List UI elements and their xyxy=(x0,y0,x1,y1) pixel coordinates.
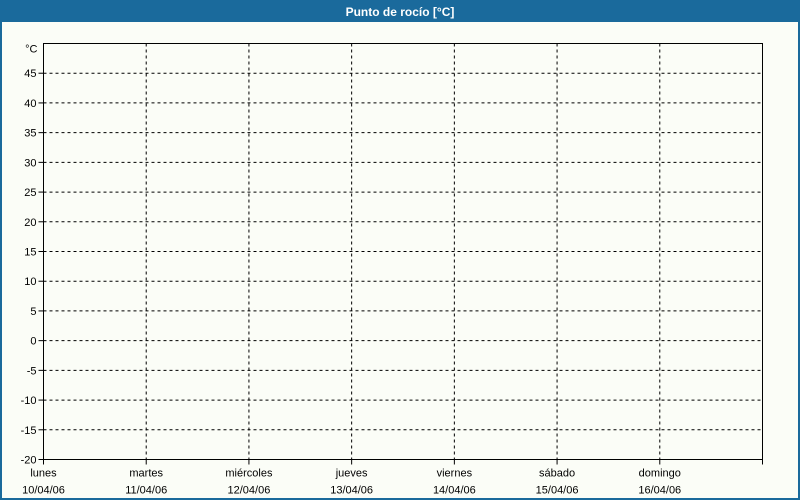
title-bar: Punto de rocío [°C] xyxy=(2,2,798,22)
y-tick-label: 5 xyxy=(30,306,36,318)
y-tick-label: -10 xyxy=(21,395,37,407)
x-date-label: 12/04/06 xyxy=(228,485,271,497)
y-axis-unit-label: °C xyxy=(25,44,37,56)
x-day-label: miércoles xyxy=(225,468,273,480)
y-tick-label: 30 xyxy=(24,157,36,169)
y-tick-label: 20 xyxy=(24,217,36,229)
y-tick-label: 25 xyxy=(24,187,36,199)
y-tick-label: 0 xyxy=(30,336,36,348)
plot-border xyxy=(43,43,763,460)
y-tick-label: -20 xyxy=(21,455,37,467)
x-date-label: 10/04/06 xyxy=(22,485,65,497)
chart-title: Punto de rocío [°C] xyxy=(345,5,455,19)
x-day-label: jueves xyxy=(335,468,368,480)
x-day-label: lunes xyxy=(30,468,57,480)
dew-point-chart-window: Punto de rocío [°C] 45 40 35 30 25 20 15 10 5 0 -5… xyxy=(0,0,800,500)
x-day-label: martes xyxy=(129,468,163,480)
x-date-label: 14/04/06 xyxy=(433,485,476,497)
x-day-label: viernes xyxy=(437,468,473,480)
x-date-label: 13/04/06 xyxy=(330,485,373,497)
y-tick-label: 40 xyxy=(24,98,36,110)
x-date-label: 11/04/06 xyxy=(125,485,167,497)
y-tick-label: 35 xyxy=(24,128,36,140)
y-tick-label: -5 xyxy=(27,365,37,377)
x-date-label: 15/04/06 xyxy=(536,485,579,497)
dew-point-chart: 45 40 35 30 25 20 15 10 5 0 -5 -10 -15 -20 °C lunes 10/0… xyxy=(21,43,763,497)
y-tick-label: 15 xyxy=(24,247,36,259)
x-day-label: sábado xyxy=(539,468,575,480)
chart-area: 45 40 35 30 25 20 15 10 5 0 -5 -10 -15 -20 °C lunes 10/0… xyxy=(4,24,798,498)
x-date-label: 16/04/06 xyxy=(638,485,681,497)
y-tick-label: 45 xyxy=(24,68,36,80)
x-day-label: domingo xyxy=(639,468,681,480)
y-tick-label: -15 xyxy=(21,425,37,437)
y-tick-label: 10 xyxy=(24,276,36,288)
